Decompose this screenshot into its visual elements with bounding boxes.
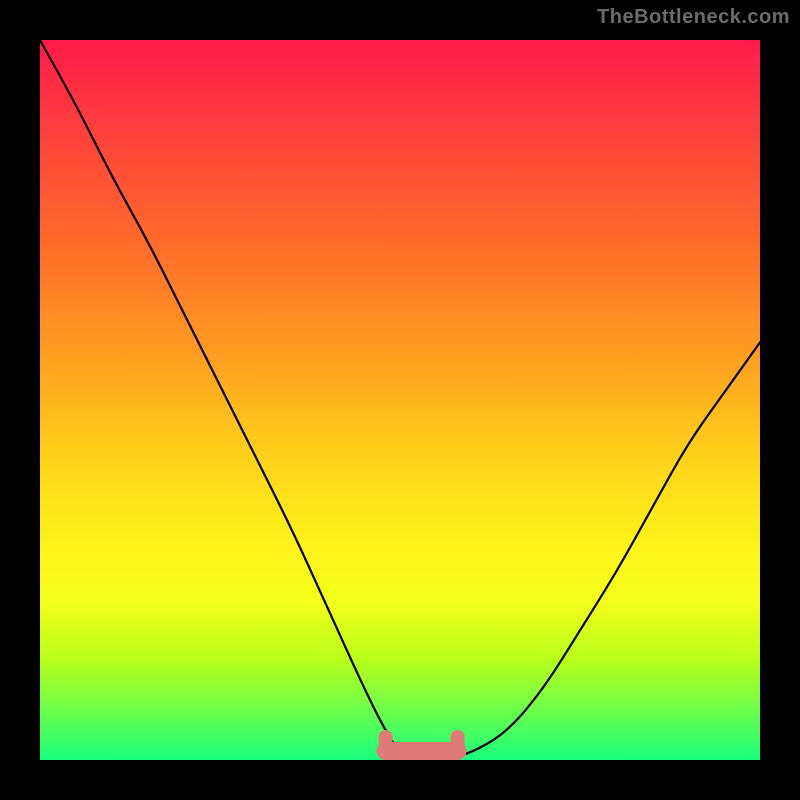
plot-area bbox=[40, 40, 760, 760]
bottleneck-curve bbox=[40, 40, 760, 760]
watermark-text: TheBottleneck.com bbox=[597, 6, 790, 29]
curve-svg bbox=[40, 40, 760, 760]
chart-frame: TheBottleneck.com bbox=[0, 0, 800, 800]
